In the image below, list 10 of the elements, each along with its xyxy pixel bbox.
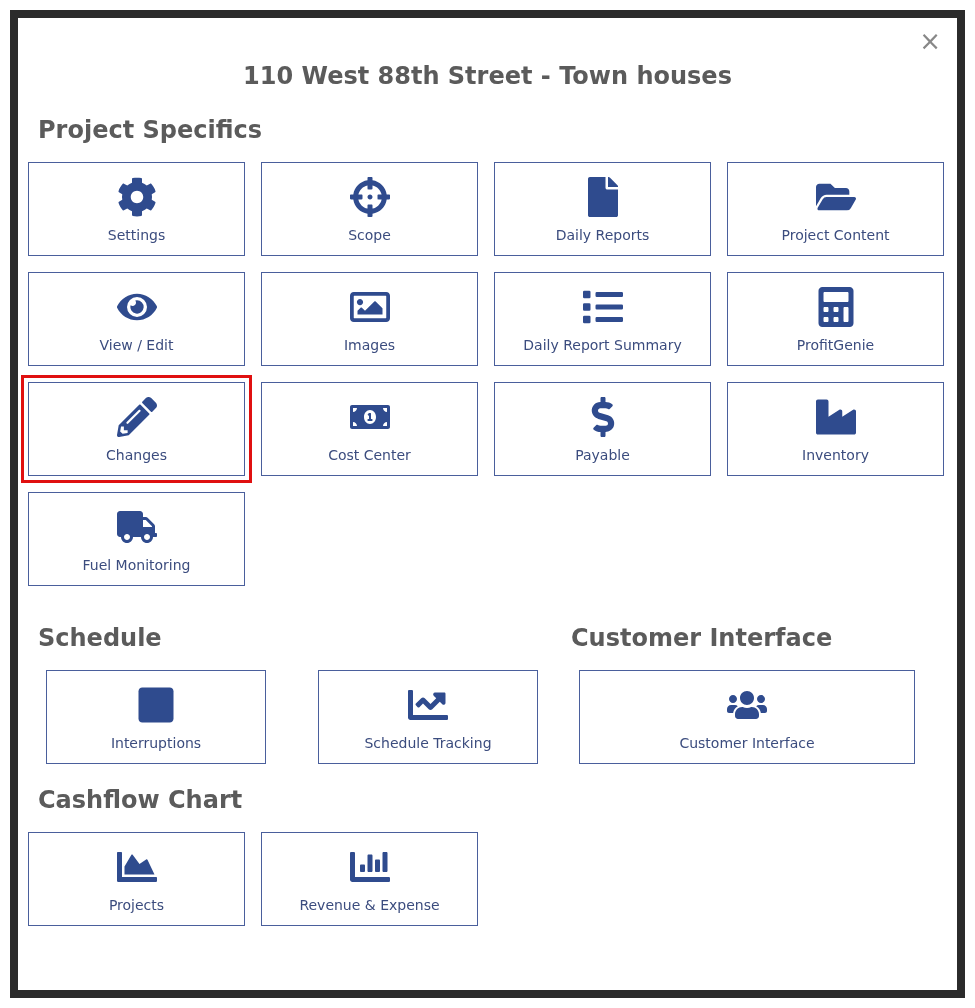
menu-tile[interactable]: Changes — [21, 375, 252, 483]
gear-icon — [116, 176, 157, 217]
section-heading: Customer Interface — [571, 626, 834, 650]
section-heading: Project Specifics — [38, 118, 263, 142]
pencil-icon — [116, 396, 157, 437]
section-heading: Schedule — [38, 626, 163, 650]
crosshairs-icon — [349, 176, 390, 217]
section-heading: Cashflow Chart — [38, 788, 244, 812]
dialog-title: 110 West 88th Street - Town houses — [242, 61, 733, 92]
close-button[interactable]: × — [919, 28, 941, 54]
